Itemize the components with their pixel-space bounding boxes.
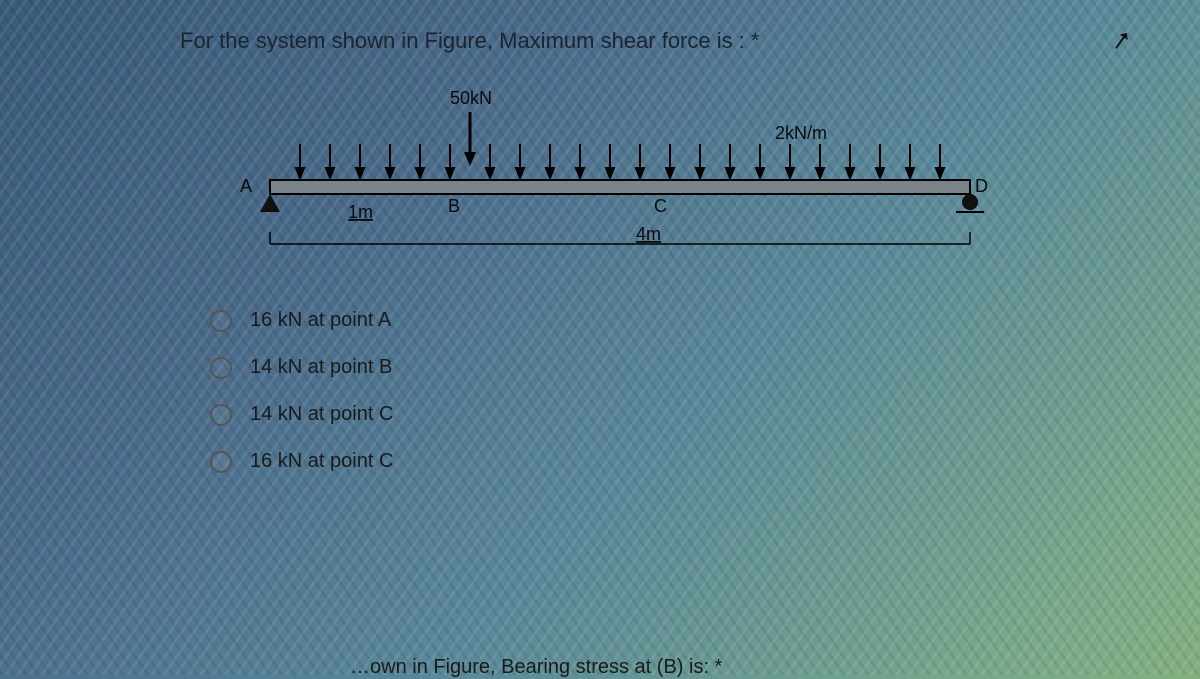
label-c: C <box>654 196 667 216</box>
option-a[interactable]: 16 kN at point A <box>210 309 1130 332</box>
support-pin <box>260 194 280 212</box>
options-group: 16 kN at point A 14 kN at point B 14 kN … <box>210 309 1130 473</box>
dim-ab: 1m <box>348 202 373 222</box>
label-b: B <box>448 196 460 216</box>
radio-icon <box>210 357 232 379</box>
beam <box>270 180 970 194</box>
point-load-label: 50kN <box>450 88 492 108</box>
beam-figure: 50kN 2kN/m <box>230 84 990 284</box>
option-b[interactable]: 14 kN at point B <box>210 356 1130 379</box>
option-label: 16 kN at point A <box>250 309 391 332</box>
radio-icon <box>210 451 232 473</box>
dim-bd: 4m <box>636 224 661 244</box>
option-label: 14 kN at point C <box>250 403 393 426</box>
radio-icon <box>210 404 232 426</box>
option-d[interactable]: 16 kN at point C <box>210 450 1130 473</box>
option-c[interactable]: 14 kN at point C <box>210 403 1130 426</box>
udl-arrows <box>296 144 944 178</box>
option-label: 16 kN at point C <box>250 450 393 473</box>
option-label: 14 kN at point B <box>250 356 392 379</box>
support-roller <box>962 194 978 210</box>
label-a: A <box>240 176 252 196</box>
label-d: D <box>975 176 988 196</box>
udl-label: 2kN/m <box>775 123 827 143</box>
next-question-fragment: …own in Figure, Bearing stress at (B) is… <box>350 656 722 679</box>
question-title: For the system shown in Figure, Maximum … <box>180 28 1130 54</box>
radio-icon <box>210 310 232 332</box>
